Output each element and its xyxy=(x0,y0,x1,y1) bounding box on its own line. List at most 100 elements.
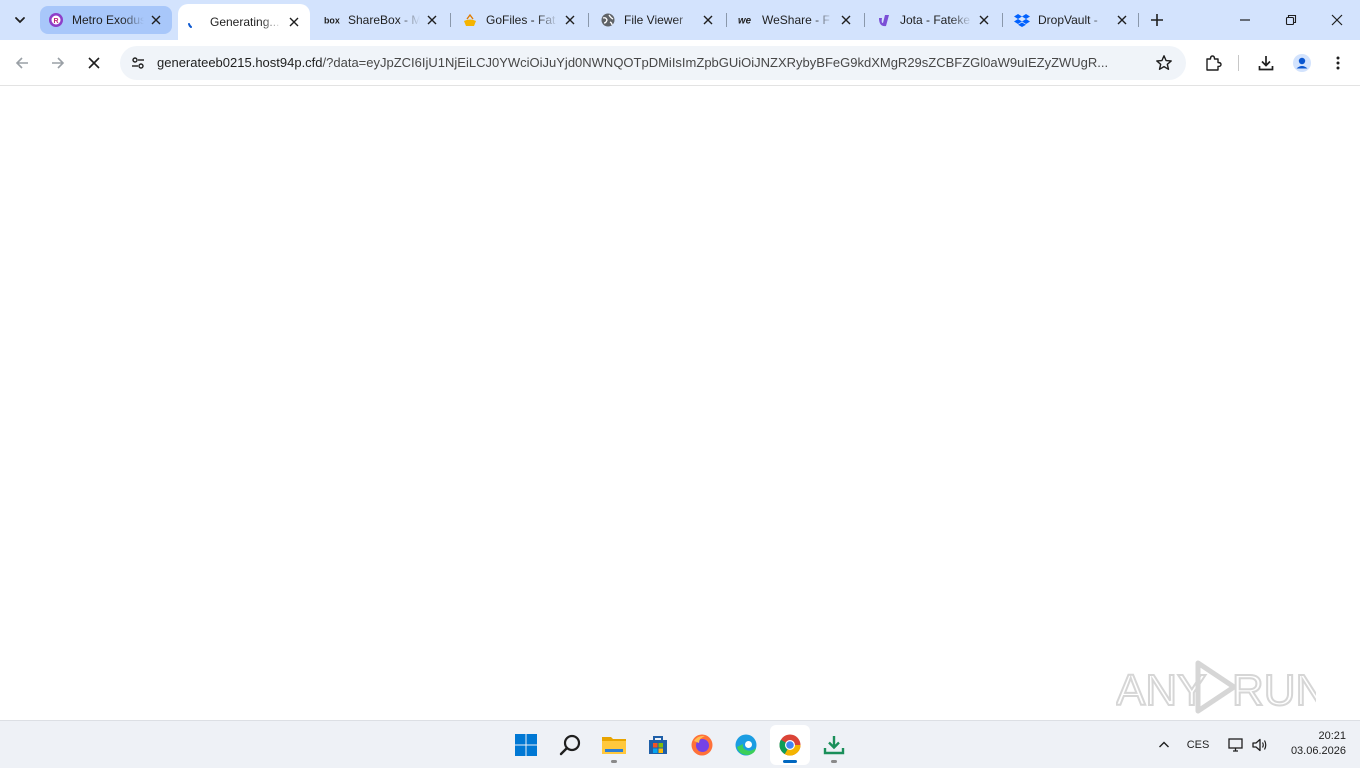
downloads-button[interactable] xyxy=(1250,47,1282,79)
tab-title: Generating... xyxy=(210,15,280,29)
chevron-up-icon xyxy=(1159,741,1169,748)
volume-button[interactable] xyxy=(1248,733,1272,757)
firefox-button[interactable] xyxy=(682,725,722,765)
file-explorer-button[interactable] xyxy=(594,725,634,765)
anyrun-watermark: ANY RUN xyxy=(1116,660,1316,716)
tab-separator xyxy=(1002,13,1003,27)
plus-icon xyxy=(1151,14,1163,26)
tab-weshare[interactable]: we WeShare - F xyxy=(730,6,862,34)
back-button[interactable] xyxy=(6,47,38,79)
tab-sharebox[interactable]: box ShareBox - M xyxy=(316,6,448,34)
restore-icon xyxy=(1285,14,1297,26)
tab-generating[interactable]: Generating... xyxy=(178,4,310,40)
search-icon xyxy=(559,734,581,756)
speaker-icon xyxy=(1252,738,1267,752)
tab-search-button[interactable] xyxy=(6,6,34,34)
tab-separator xyxy=(588,13,589,27)
tab-title: Jota - Fateke xyxy=(900,13,971,27)
tab-separator xyxy=(450,13,451,27)
watermark-text-right: RUN xyxy=(1232,666,1316,715)
forward-button[interactable] xyxy=(42,47,74,79)
download-icon xyxy=(1258,56,1274,71)
chrome-button[interactable] xyxy=(770,725,810,765)
tab-file-viewer[interactable]: File Viewer xyxy=(592,6,724,34)
close-tab-icon[interactable] xyxy=(148,12,164,28)
tab-strip: R Metro Exodus Generating... box ShareBo… xyxy=(0,0,1360,40)
tab-separator xyxy=(726,13,727,27)
chrome-icon xyxy=(779,734,801,756)
menu-button[interactable] xyxy=(1322,47,1354,79)
address-bar[interactable]: generateeb0215.host94p.cfd/?data=eyJpZCI… xyxy=(120,46,1186,80)
edge-button[interactable] xyxy=(726,725,766,765)
tab-title: WeShare - F xyxy=(762,13,830,27)
browser-toolbar: generateeb0215.host94p.cfd/?data=eyJpZCI… xyxy=(0,40,1360,86)
running-indicator xyxy=(831,760,837,763)
jota-icon xyxy=(876,12,892,28)
tab-title: DropVault - xyxy=(1038,13,1098,27)
input-language-indicator[interactable]: CES xyxy=(1182,733,1214,757)
minimize-button[interactable] xyxy=(1222,0,1268,40)
restore-button[interactable] xyxy=(1268,0,1314,40)
chevron-down-icon xyxy=(15,17,25,24)
clock[interactable]: 20:21 03.06.2026 xyxy=(1278,729,1346,759)
extensions-button[interactable] xyxy=(1197,47,1229,79)
arrow-right-icon xyxy=(52,57,65,69)
url-text[interactable]: generateeb0215.host94p.cfd/?data=eyJpZCI… xyxy=(157,55,1137,70)
edge-icon xyxy=(735,734,757,756)
close-tab-icon[interactable] xyxy=(700,12,716,28)
dropbox-icon xyxy=(1014,12,1030,28)
wetransfer-logo-icon: we xyxy=(738,12,754,28)
windows-logo-icon xyxy=(515,734,537,756)
close-window-button[interactable] xyxy=(1314,0,1360,40)
svg-text:box: box xyxy=(324,16,340,26)
search-button[interactable] xyxy=(550,725,590,765)
screen: R Metro Exodus Generating... box ShareBo… xyxy=(0,0,1360,768)
close-icon xyxy=(88,57,100,69)
close-tab-icon[interactable] xyxy=(1114,12,1130,28)
clock-date: 03.06.2026 xyxy=(1290,745,1346,757)
site-info-button[interactable] xyxy=(126,51,150,75)
taskbar: CES 20:21 03.06.2026 xyxy=(0,720,1360,768)
tab-title: File Viewer xyxy=(624,13,684,27)
watermark-text-left: ANY xyxy=(1116,666,1206,715)
firefox-icon xyxy=(691,734,713,756)
tab-jota[interactable]: Jota - Fateke xyxy=(868,6,1000,34)
bookmark-button[interactable] xyxy=(1154,53,1174,73)
close-tab-icon[interactable] xyxy=(838,12,854,28)
profile-button[interactable] xyxy=(1286,47,1318,79)
tab-separator xyxy=(864,13,865,27)
url-path: /?data=eyJpZCI6IjU1NjEiLCJ0YWciOiJuYjd0N… xyxy=(322,55,1109,70)
avatar-icon xyxy=(1293,54,1311,72)
new-tab-button[interactable] xyxy=(1143,6,1171,34)
start-button[interactable] xyxy=(506,725,546,765)
clock-time: 20:21 xyxy=(1318,730,1346,742)
close-tab-icon[interactable] xyxy=(286,14,302,30)
downloads-app-button[interactable] xyxy=(814,725,854,765)
active-indicator xyxy=(783,760,797,763)
close-tab-icon[interactable] xyxy=(562,12,578,28)
puzzle-icon xyxy=(1206,55,1222,71)
page-content xyxy=(0,87,1360,720)
network-status-button[interactable] xyxy=(1224,733,1248,757)
tune-icon xyxy=(132,57,144,69)
tab-metro-exodus[interactable]: R Metro Exodus xyxy=(40,6,172,34)
close-tab-icon[interactable] xyxy=(976,12,992,28)
network-icon xyxy=(1228,738,1243,752)
tab-title: ShareBox - M xyxy=(348,13,420,27)
svg-text:we: we xyxy=(738,16,752,27)
star-icon xyxy=(1156,55,1172,70)
close-tab-icon[interactable] xyxy=(424,12,440,28)
show-hidden-icons-button[interactable] xyxy=(1152,733,1176,757)
svg-text:R: R xyxy=(53,18,58,25)
close-icon xyxy=(1331,14,1343,26)
tab-title: Metro Exodus xyxy=(72,13,144,27)
globe-icon xyxy=(600,12,616,28)
folder-icon xyxy=(602,737,626,754)
tab-dropvault[interactable]: DropVault - xyxy=(1006,6,1138,34)
loading-spinner-icon xyxy=(186,14,202,30)
store-button[interactable] xyxy=(638,725,678,765)
stop-loading-button[interactable] xyxy=(78,47,110,79)
download-icon xyxy=(823,736,845,755)
tab-separator xyxy=(1138,13,1139,27)
tab-gofiles[interactable]: GoFiles - Fat xyxy=(454,6,586,34)
